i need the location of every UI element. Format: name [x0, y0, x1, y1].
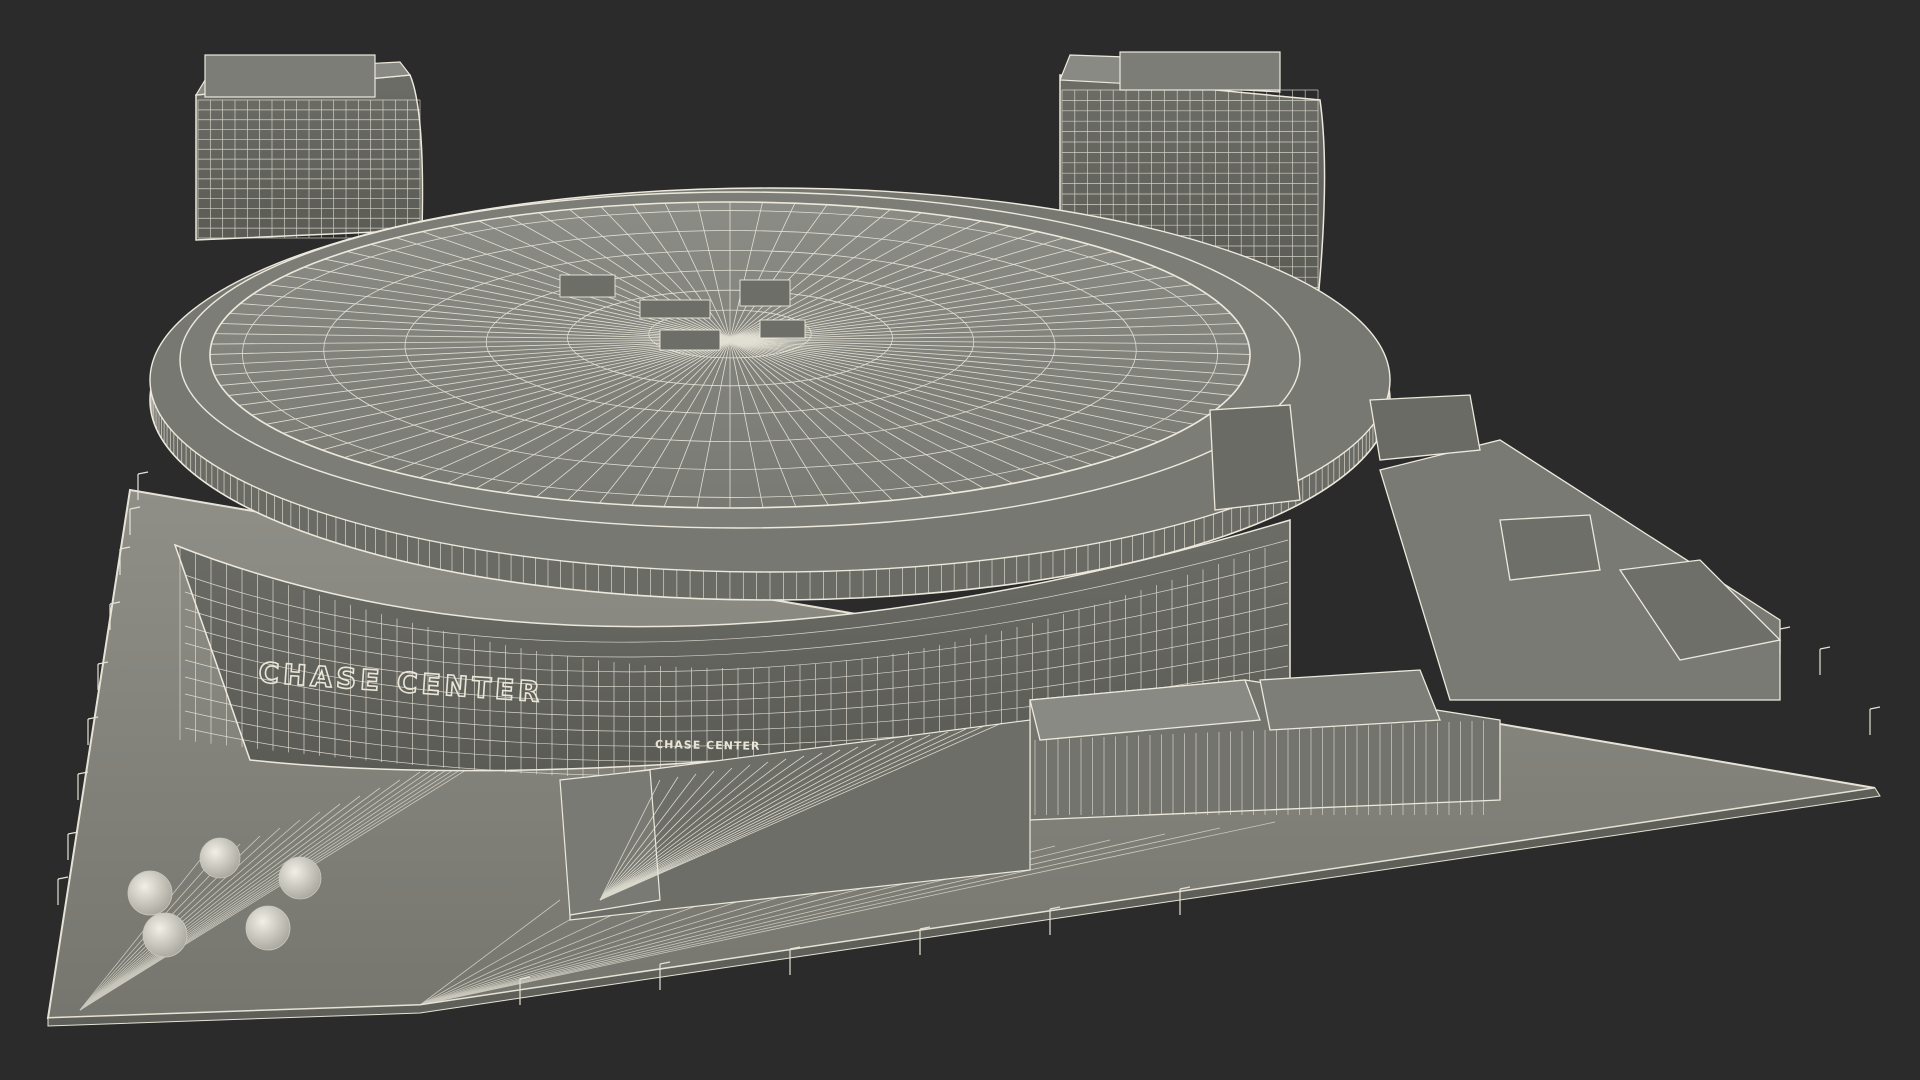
render-canvas: CHASE CENTER CHASE CENTER [46, 51, 1881, 1027]
sculpture-sphere [199, 837, 241, 879]
sculpture-sphere [278, 856, 322, 900]
sculpture-sphere [127, 870, 173, 916]
sculpture-sphere [142, 912, 188, 958]
left-tower [194, 54, 424, 241]
sculpture-sphere [245, 905, 291, 951]
chase-center-entrance-sign: CHASE CENTER [655, 738, 761, 753]
